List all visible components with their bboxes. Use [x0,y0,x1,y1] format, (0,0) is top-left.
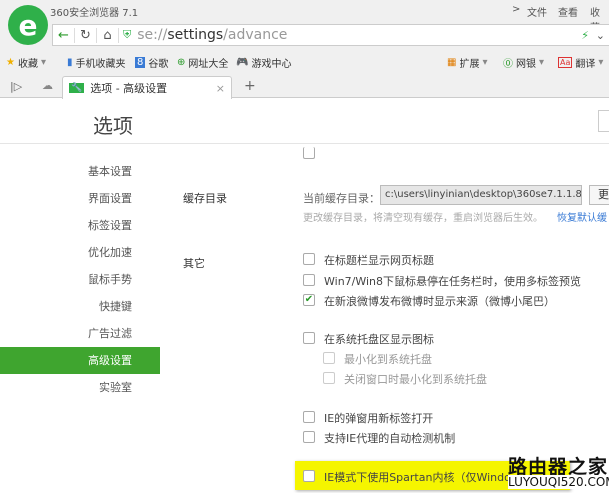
address-bar[interactable]: ← ↻ ⌂ ⛨ se://settings/advance ⚡ ⌄ [52,24,609,46]
cache-label: 当前缓存目录： [303,192,380,205]
wrench-icon: 🔧 [69,83,85,93]
checkbox-close-to-tray[interactable] [323,372,335,384]
option-label: 在系统托盘区显示图标 [324,333,434,346]
checkbox-spartan[interactable] [303,470,315,482]
checkbox-minimize-tray[interactable] [323,352,335,364]
bookmark-google[interactable]: 8 谷歌 [135,55,168,70]
sidebar-item-advanced[interactable]: 高级设置 [0,347,160,374]
bookmark-games[interactable]: 🎮 游戏中心 [236,55,291,70]
header-divider [0,143,609,144]
lightning-icon[interactable]: ⚡ [581,29,589,42]
cloud-icon[interactable]: ☁ [42,79,53,92]
browser-logo: e [8,5,48,45]
sidebar-item-lab[interactable]: 实验室 [0,374,160,401]
window-title: 360安全浏览器 7.1 [50,8,139,19]
bookmark-favorites[interactable]: ★ 收藏 ▾ [6,55,46,70]
bookmark-mobile[interactable]: ▮ 手机收藏夹 [67,55,126,70]
sidebar-toggle-icon[interactable]: |▷ [10,80,22,93]
chevron-down-icon[interactable]: ⌄ [596,29,605,42]
bookmark-label: 手机收藏夹 [75,59,126,70]
bookmark-hao[interactable]: ⊕ 网址大全 [177,55,228,70]
option-label: IE模式下使用Spartan内核（仅Windows [324,471,526,484]
watermark-url: LUYOUQI520.COM [508,475,609,489]
url-text[interactable]: se://settings/advance [137,27,287,43]
translate-button[interactable]: Aa 翻译 ▾ [558,55,603,70]
search-box[interactable] [598,110,609,132]
option-label: 关闭窗口时最小化到系统托盘 [344,373,487,386]
google-icon: 8 [135,57,146,68]
bank-icon: ⓪ [503,59,513,70]
bookmark-label: 游戏中心 [251,59,292,70]
menu-file[interactable]: 文件 [527,4,547,19]
checkbox-cutoff[interactable] [303,147,315,159]
bookmark-label: 翻译 [575,59,596,70]
home-icon[interactable]: ⌂ [97,27,119,43]
bookmark-label: 网银 [516,59,536,70]
checkbox-taskbar-preview[interactable] [303,274,315,286]
bookmark-label: 谷歌 [148,59,169,70]
sidebar-item-gestures[interactable]: 鼠标手势 [0,266,160,293]
tab-label: 选项 - 高级设置 [90,82,168,95]
section-other: 其它 [183,257,205,270]
option-label: 支持IE代理的自动检测机制 [324,432,456,445]
bookmark-label: 扩展 [459,59,480,70]
checkbox-ie-proxy[interactable] [303,431,315,443]
new-tab-button[interactable]: + [244,78,256,94]
sidebar-item-interface[interactable]: 界面设置 [0,185,160,212]
cache-hint: 更改缓存目录，将清空现有缓存，重启浏览器后生效。 [303,213,543,224]
option-label: 在新浪微博发布微博时显示来源（微博小尾巴） [324,295,555,308]
cache-path-input[interactable]: c:\users\linyinian\desktop\360se7.1.1.80… [380,185,582,205]
apps-icon: ▦ [447,57,457,68]
bank-button[interactable]: ⓪ 网银 ▾ [503,55,544,70]
sidebar-item-tabs[interactable]: 标签设置 [0,212,160,239]
change-cache-button[interactable]: 更 [589,185,609,205]
option-label: IE的弹窗用新标签打开 [324,412,434,425]
sidebar-item-adblock[interactable]: 广告过滤 [0,320,160,347]
browser-chrome: e 360安全浏览器 7.1 > 文件 查看 收藏 ← ↻ ⌂ ⛨ se://s… [0,0,609,99]
checkbox-show-title[interactable] [303,253,315,265]
menu-view[interactable]: 查看 [558,4,578,19]
sidebar-item-shortcuts[interactable]: 快捷键 [0,293,160,320]
gamepad-icon: 🎮 [236,57,249,68]
translate-icon: Aa [558,57,573,68]
bookmark-label: 网址大全 [188,59,229,70]
phone-icon: ▮ [67,57,73,68]
tab-close-button[interactable]: × [216,82,225,95]
back-icon[interactable]: ← [53,27,75,43]
star-icon: ★ [6,57,15,68]
checkbox-ie-popup-tab[interactable] [303,411,315,423]
bookmark-label: 收藏 [17,59,38,70]
page-title: 选项 [93,114,133,138]
section-cache: 缓存目录 [183,192,227,205]
tab-settings[interactable]: 🔧 选项 - 高级设置 × [62,76,232,99]
sidebar-item-optimize[interactable]: 优化加速 [0,239,160,266]
plus-circle-icon: ⊕ [177,57,186,68]
checkbox-weibo-source[interactable]: ✔ [303,294,315,306]
shield-icon: ⛨ [123,28,132,41]
menu-expand[interactable]: > [512,4,520,15]
checkbox-tray-icon[interactable] [303,332,315,344]
option-label: Win7/Win8下鼠标悬停在任务栏时，使用多标签预览 [324,275,582,288]
option-label: 最小化到系统托盘 [344,353,432,366]
option-label: 在标题栏显示网页标题 [324,254,434,267]
extensions-button[interactable]: ▦ 扩展 ▾ [447,55,487,70]
restore-default-link[interactable]: 恢复默认缓 [557,209,607,224]
refresh-icon[interactable]: ↻ [75,27,97,43]
sidebar-item-basic[interactable]: 基本设置 [0,158,160,185]
